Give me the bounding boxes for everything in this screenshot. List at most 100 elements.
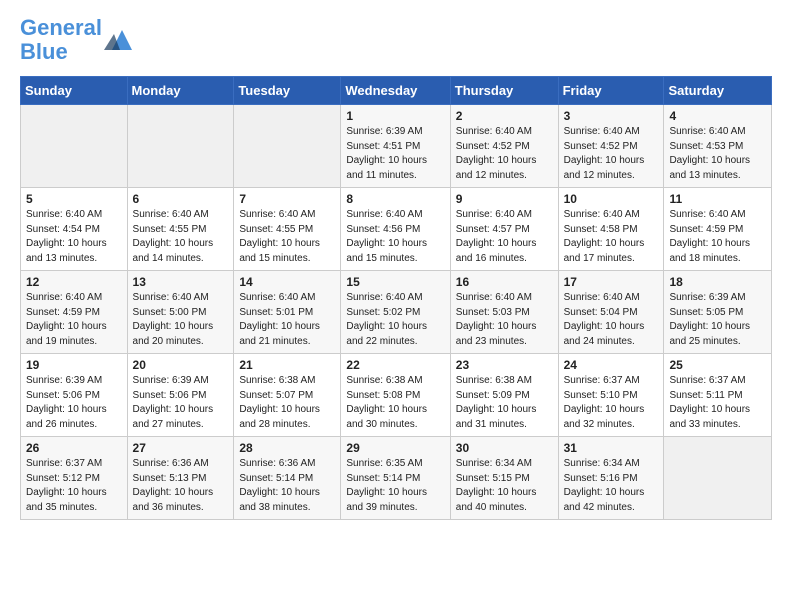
day-number: 28: [239, 441, 335, 455]
day-number: 18: [669, 275, 766, 289]
day-info: Sunrise: 6:39 AM Sunset: 5:06 PM Dayligh…: [133, 374, 229, 432]
day-info: Sunrise: 6:39 AM Sunset: 5:06 PM Dayligh…: [26, 374, 122, 432]
day-info: Sunrise: 6:40 AM Sunset: 4:53 PM Dayligh…: [669, 125, 766, 183]
day-info: Sunrise: 6:40 AM Sunset: 5:01 PM Dayligh…: [239, 291, 335, 349]
calendar-cell: 30Sunrise: 6:34 AM Sunset: 5:15 PM Dayli…: [450, 437, 558, 520]
calendar-cell: 23 Sunrise: 6:38 AM Sunset: 5:09 PM Dayli…: [450, 354, 558, 437]
logo-general: General: [20, 15, 102, 40]
day-number: 29: [346, 441, 444, 455]
calendar-cell: 5 Sunrise: 6:40 AM Sunset: 4:54 PM Daylig…: [21, 188, 128, 271]
calendar-week-1: 1Sunrise: 6:39 AM Sunset: 4:51 PM Daylig…: [21, 105, 772, 188]
day-info: Sunrise: 6:34 AM Sunset: 5:16 PM Dayligh…: [564, 457, 659, 515]
day-number: 25: [669, 358, 766, 372]
day-number: 6: [133, 192, 229, 206]
calendar-cell: 8 Sunrise: 6:40 AM Sunset: 4:56 PM Daylig…: [341, 188, 450, 271]
day-info: Sunrise: 6:40 AM Sunset: 4:55 PM Dayligh…: [133, 208, 229, 266]
calendar-cell: 10Sunrise: 6:40 AM Sunset: 4:58 PM Dayli…: [558, 188, 664, 271]
day-number: 17: [564, 275, 659, 289]
day-info: Sunrise: 6:38 AM Sunset: 5:08 PM Dayligh…: [346, 374, 444, 432]
day-info: Sunrise: 6:40 AM Sunset: 4:59 PM Dayligh…: [26, 291, 122, 349]
day-number: 9: [456, 192, 553, 206]
calendar-cell: 1Sunrise: 6:39 AM Sunset: 4:51 PM Daylig…: [341, 105, 450, 188]
calendar-cell: 16 Sunrise: 6:40 AM Sunset: 5:03 PM Dayli…: [450, 271, 558, 354]
page-container: General Blue SundayMondayTuesdayWednesda…: [0, 0, 792, 536]
day-info: Sunrise: 6:40 AM Sunset: 4:59 PM Dayligh…: [669, 208, 766, 266]
day-number: 11: [669, 192, 766, 206]
calendar-cell: 3 Sunrise: 6:40 AM Sunset: 4:52 PM Daylig…: [558, 105, 664, 188]
col-header-thursday: Thursday: [450, 77, 558, 105]
calendar-cell: [234, 105, 341, 188]
calendar-cell: 25 Sunrise: 6:37 AM Sunset: 5:11 PM Dayli…: [664, 354, 772, 437]
calendar-cell: [664, 437, 772, 520]
day-number: 1: [346, 109, 444, 123]
calendar-cell: 14 Sunrise: 6:40 AM Sunset: 5:01 PM Dayli…: [234, 271, 341, 354]
day-number: 8: [346, 192, 444, 206]
day-info: Sunrise: 6:38 AM Sunset: 5:09 PM Dayligh…: [456, 374, 553, 432]
calendar-cell: 2 Sunrise: 6:40 AM Sunset: 4:52 PM Daylig…: [450, 105, 558, 188]
calendar-cell: 15 Sunrise: 6:40 AM Sunset: 5:02 PM Dayli…: [341, 271, 450, 354]
calendar-cell: 20 Sunrise: 6:39 AM Sunset: 5:06 PM Dayli…: [127, 354, 234, 437]
calendar-body: 1Sunrise: 6:39 AM Sunset: 4:51 PM Daylig…: [21, 105, 772, 520]
day-number: 15: [346, 275, 444, 289]
day-number: 19: [26, 358, 122, 372]
calendar-cell: 29Sunrise: 6:35 AM Sunset: 5:14 PM Dayli…: [341, 437, 450, 520]
day-info: Sunrise: 6:40 AM Sunset: 5:02 PM Dayligh…: [346, 291, 444, 349]
calendar-cell: 18 Sunrise: 6:39 AM Sunset: 5:05 PM Dayli…: [664, 271, 772, 354]
calendar-cell: 7Sunrise: 6:40 AM Sunset: 4:55 PM Daylig…: [234, 188, 341, 271]
calendar-cell: 17 Sunrise: 6:40 AM Sunset: 5:04 PM Dayli…: [558, 271, 664, 354]
page-header: General Blue: [20, 16, 772, 64]
day-number: 27: [133, 441, 229, 455]
day-number: 5: [26, 192, 122, 206]
day-number: 22: [346, 358, 444, 372]
day-number: 12: [26, 275, 122, 289]
calendar-cell: 22 Sunrise: 6:38 AM Sunset: 5:08 PM Dayli…: [341, 354, 450, 437]
day-info: Sunrise: 6:37 AM Sunset: 5:11 PM Dayligh…: [669, 374, 766, 432]
day-number: 2: [456, 109, 553, 123]
day-number: 14: [239, 275, 335, 289]
calendar-cell: [21, 105, 128, 188]
day-number: 21: [239, 358, 335, 372]
day-info: Sunrise: 6:40 AM Sunset: 5:04 PM Dayligh…: [564, 291, 659, 349]
col-header-tuesday: Tuesday: [234, 77, 341, 105]
day-number: 20: [133, 358, 229, 372]
day-number: 24: [564, 358, 659, 372]
day-number: 4: [669, 109, 766, 123]
calendar-table: SundayMondayTuesdayWednesdayThursdayFrid…: [20, 76, 772, 520]
day-info: Sunrise: 6:40 AM Sunset: 4:52 PM Dayligh…: [564, 125, 659, 183]
calendar-cell: 28 Sunrise: 6:36 AM Sunset: 5:14 PM Dayli…: [234, 437, 341, 520]
day-number: 16: [456, 275, 553, 289]
day-number: 31: [564, 441, 659, 455]
calendar-week-3: 12 Sunrise: 6:40 AM Sunset: 4:59 PM Dayli…: [21, 271, 772, 354]
day-info: Sunrise: 6:36 AM Sunset: 5:14 PM Dayligh…: [239, 457, 335, 515]
calendar-cell: 4 Sunrise: 6:40 AM Sunset: 4:53 PM Daylig…: [664, 105, 772, 188]
calendar-cell: 27Sunrise: 6:36 AM Sunset: 5:13 PM Dayli…: [127, 437, 234, 520]
col-header-wednesday: Wednesday: [341, 77, 450, 105]
day-info: Sunrise: 6:40 AM Sunset: 4:54 PM Dayligh…: [26, 208, 122, 266]
day-number: 23: [456, 358, 553, 372]
col-header-sunday: Sunday: [21, 77, 128, 105]
day-info: Sunrise: 6:40 AM Sunset: 5:03 PM Dayligh…: [456, 291, 553, 349]
calendar-cell: 11 Sunrise: 6:40 AM Sunset: 4:59 PM Dayli…: [664, 188, 772, 271]
day-info: Sunrise: 6:40 AM Sunset: 4:56 PM Dayligh…: [346, 208, 444, 266]
day-info: Sunrise: 6:39 AM Sunset: 5:05 PM Dayligh…: [669, 291, 766, 349]
col-header-monday: Monday: [127, 77, 234, 105]
calendar-cell: 13Sunrise: 6:40 AM Sunset: 5:00 PM Dayli…: [127, 271, 234, 354]
calendar-cell: 12 Sunrise: 6:40 AM Sunset: 4:59 PM Dayli…: [21, 271, 128, 354]
calendar-cell: 26 Sunrise: 6:37 AM Sunset: 5:12 PM Dayli…: [21, 437, 128, 520]
calendar-cell: 24Sunrise: 6:37 AM Sunset: 5:10 PM Dayli…: [558, 354, 664, 437]
calendar-header-row: SundayMondayTuesdayWednesdayThursdayFrid…: [21, 77, 772, 105]
calendar-cell: 31 Sunrise: 6:34 AM Sunset: 5:16 PM Dayli…: [558, 437, 664, 520]
day-info: Sunrise: 6:34 AM Sunset: 5:15 PM Dayligh…: [456, 457, 553, 515]
calendar-week-5: 26 Sunrise: 6:37 AM Sunset: 5:12 PM Dayli…: [21, 437, 772, 520]
day-number: 26: [26, 441, 122, 455]
day-info: Sunrise: 6:38 AM Sunset: 5:07 PM Dayligh…: [239, 374, 335, 432]
day-number: 13: [133, 275, 229, 289]
calendar-week-4: 19 Sunrise: 6:39 AM Sunset: 5:06 PM Dayli…: [21, 354, 772, 437]
day-info: Sunrise: 6:37 AM Sunset: 5:12 PM Dayligh…: [26, 457, 122, 515]
calendar-cell: 9Sunrise: 6:40 AM Sunset: 4:57 PM Daylig…: [450, 188, 558, 271]
logo-text: General Blue: [20, 16, 102, 64]
day-number: 10: [564, 192, 659, 206]
day-number: 3: [564, 109, 659, 123]
day-number: 7: [239, 192, 335, 206]
day-info: Sunrise: 6:40 AM Sunset: 4:52 PM Dayligh…: [456, 125, 553, 183]
